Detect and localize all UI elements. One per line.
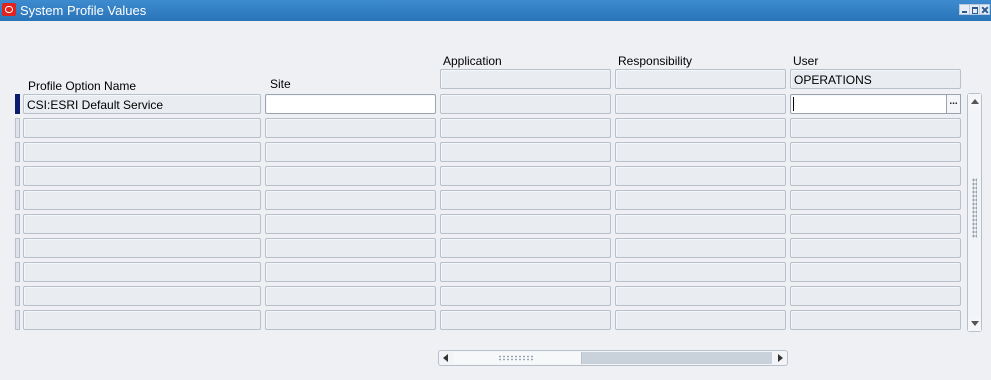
responsibility-field[interactable]	[615, 286, 786, 306]
profile-option-name-field[interactable]	[23, 310, 261, 330]
user-field[interactable]	[790, 286, 961, 306]
context-application-field[interactable]	[440, 69, 611, 89]
user-field[interactable]	[790, 166, 961, 186]
user-field[interactable]	[790, 214, 961, 234]
site-field[interactable]	[265, 190, 436, 210]
scroll-right-icon[interactable]	[773, 351, 787, 365]
list-of-values-button[interactable]: ...	[946, 94, 961, 114]
user-field[interactable]	[790, 238, 961, 258]
responsibility-field[interactable]	[615, 262, 786, 282]
title-bar: System Profile Values	[0, 0, 991, 21]
profile-option-name-field[interactable]	[23, 286, 261, 306]
site-field[interactable]	[265, 238, 436, 258]
profile-option-name-field[interactable]	[23, 142, 261, 162]
row-indicator[interactable]	[15, 238, 20, 258]
horizontal-scroll-thumb[interactable]	[453, 352, 582, 364]
header-user: User	[793, 54, 819, 68]
application-field[interactable]	[440, 142, 611, 162]
window-title: System Profile Values	[20, 3, 147, 18]
profile-option-name-field[interactable]	[23, 214, 261, 234]
application-field[interactable]	[440, 238, 611, 258]
header-profile-option-name: Profile Option Name	[28, 79, 137, 93]
responsibility-field[interactable]	[615, 214, 786, 234]
responsibility-field[interactable]	[615, 238, 786, 258]
context-user-field[interactable]: OPERATIONS	[790, 69, 961, 89]
scroll-up-icon[interactable]	[968, 94, 981, 108]
user-field[interactable]	[790, 142, 961, 162]
application-field[interactable]	[440, 94, 611, 114]
application-field[interactable]	[440, 190, 611, 210]
row-indicator[interactable]	[15, 142, 20, 162]
responsibility-field[interactable]	[615, 118, 786, 138]
row-indicator[interactable]	[15, 214, 20, 234]
text-cursor	[793, 97, 794, 111]
application-field[interactable]	[440, 286, 611, 306]
horizontal-scroll-track[interactable]	[582, 352, 772, 364]
site-field[interactable]	[265, 214, 436, 234]
profile-option-name-field[interactable]: CSI:ESRI Default Service	[23, 94, 261, 114]
context-responsibility-field[interactable]	[615, 69, 786, 89]
row-indicator[interactable]	[15, 166, 20, 186]
row-indicator[interactable]	[15, 310, 20, 330]
user-field[interactable]	[790, 94, 961, 114]
vertical-scrollbar[interactable]	[967, 93, 982, 332]
responsibility-field[interactable]	[615, 142, 786, 162]
system-profile-values-window: System Profile Values Profile Option Nam…	[0, 0, 991, 380]
site-field[interactable]	[265, 142, 436, 162]
site-field[interactable]	[265, 262, 436, 282]
site-field[interactable]	[265, 94, 436, 114]
user-field[interactable]	[790, 118, 961, 138]
close-icon[interactable]	[979, 4, 990, 15]
application-field[interactable]	[440, 166, 611, 186]
row-indicator[interactable]	[15, 262, 20, 282]
responsibility-field[interactable]	[615, 310, 786, 330]
user-field[interactable]	[790, 190, 961, 210]
header-responsibility: Responsibility	[618, 54, 693, 68]
user-field[interactable]	[790, 310, 961, 330]
row-indicator[interactable]	[15, 286, 20, 306]
responsibility-field[interactable]	[615, 94, 786, 114]
user-field[interactable]	[790, 262, 961, 282]
profile-option-name-field[interactable]	[23, 262, 261, 282]
site-field[interactable]	[265, 286, 436, 306]
application-field[interactable]	[440, 262, 611, 282]
horizontal-scrollbar[interactable]	[438, 350, 788, 366]
responsibility-field[interactable]	[615, 166, 786, 186]
profile-option-name-field[interactable]	[23, 238, 261, 258]
oracle-logo-icon	[2, 3, 16, 16]
row-indicator[interactable]	[15, 190, 20, 210]
scroll-grip[interactable]	[972, 178, 977, 238]
header-site: Site	[270, 77, 291, 91]
row-indicator[interactable]	[15, 118, 20, 138]
application-field[interactable]	[440, 310, 611, 330]
application-field[interactable]	[440, 118, 611, 138]
site-field[interactable]	[265, 310, 436, 330]
profile-option-name-field[interactable]	[23, 190, 261, 210]
profile-option-name-field[interactable]	[23, 166, 261, 186]
scroll-down-icon[interactable]	[968, 317, 981, 331]
responsibility-field[interactable]	[615, 190, 786, 210]
header-application: Application	[443, 54, 502, 68]
application-field[interactable]	[440, 214, 611, 234]
profile-option-name-field[interactable]	[23, 118, 261, 138]
row-indicator[interactable]	[15, 94, 20, 114]
site-field[interactable]	[265, 118, 436, 138]
site-field[interactable]	[265, 166, 436, 186]
scroll-left-icon[interactable]	[439, 351, 453, 365]
